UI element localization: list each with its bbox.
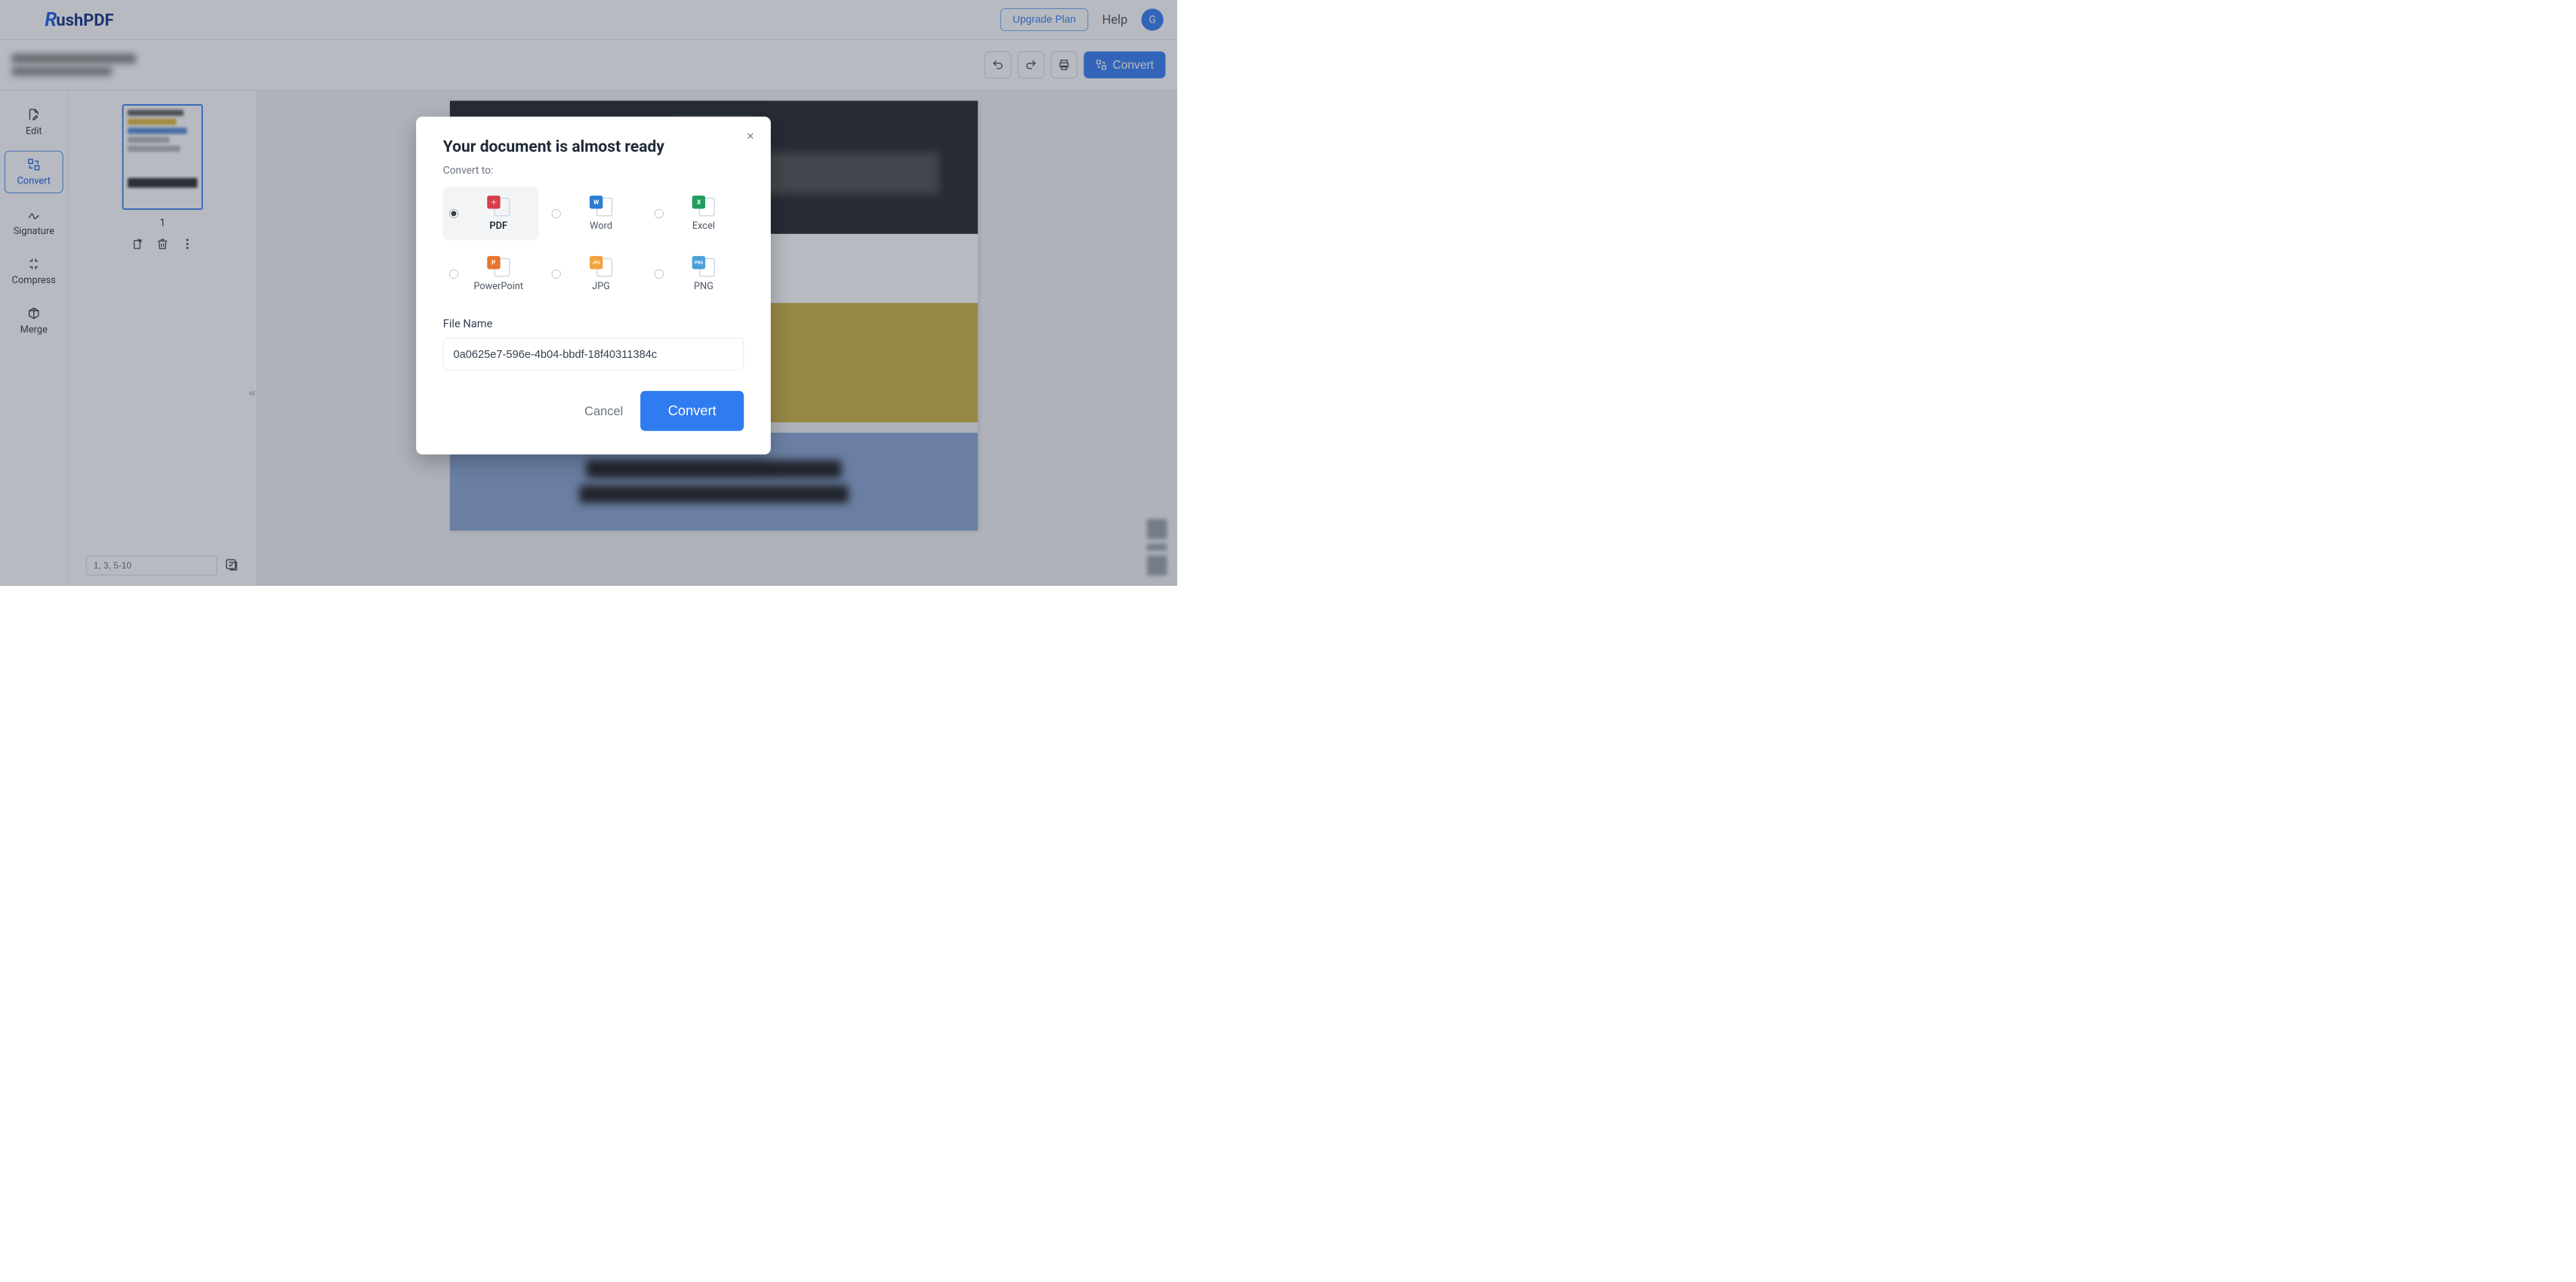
format-label: JPG <box>592 280 610 291</box>
convert-modal: Your document is almost ready Convert to… <box>416 116 771 454</box>
format-radio-png[interactable] <box>655 270 664 279</box>
format-label: PNG <box>694 280 713 291</box>
format-radio-powerpoint[interactable] <box>449 270 458 279</box>
powerpoint-file-icon: P <box>487 256 510 276</box>
convert-button[interactable]: Convert <box>640 391 744 431</box>
filename-input[interactable] <box>443 337 744 370</box>
format-radio-jpg[interactable] <box>552 270 561 279</box>
format-option-word[interactable]: W Word <box>546 186 642 240</box>
close-modal-button[interactable] <box>745 130 756 145</box>
modal-subtitle: Convert to: <box>443 165 744 177</box>
modal-title: Your document is almost ready <box>443 137 744 156</box>
format-option-png[interactable]: PNG PNG <box>649 247 744 300</box>
modal-actions: Cancel Convert <box>443 391 744 431</box>
png-file-icon: PNG <box>692 256 715 276</box>
format-radio-excel[interactable] <box>655 209 664 218</box>
word-file-icon: W <box>590 196 612 216</box>
excel-file-icon: X <box>692 196 715 216</box>
format-option-excel[interactable]: X Excel <box>649 186 744 240</box>
format-label: PDF <box>489 220 507 231</box>
format-radio-word[interactable] <box>552 209 561 218</box>
format-label: Word <box>590 220 612 231</box>
jpg-file-icon: JPG <box>590 256 612 276</box>
format-label: Excel <box>692 220 715 231</box>
cancel-button[interactable]: Cancel <box>584 404 623 418</box>
format-option-powerpoint[interactable]: P PowerPoint <box>443 247 539 300</box>
pdf-file-icon <box>487 196 510 216</box>
format-option-pdf[interactable]: PDF <box>443 186 539 240</box>
close-icon <box>745 131 756 141</box>
format-grid: PDF W Word X Excel <box>443 186 744 300</box>
format-radio-pdf[interactable] <box>449 209 458 218</box>
format-option-jpg[interactable]: JPG JPG <box>546 247 642 300</box>
format-label: PowerPoint <box>473 280 523 291</box>
filename-label: File Name <box>443 317 744 330</box>
